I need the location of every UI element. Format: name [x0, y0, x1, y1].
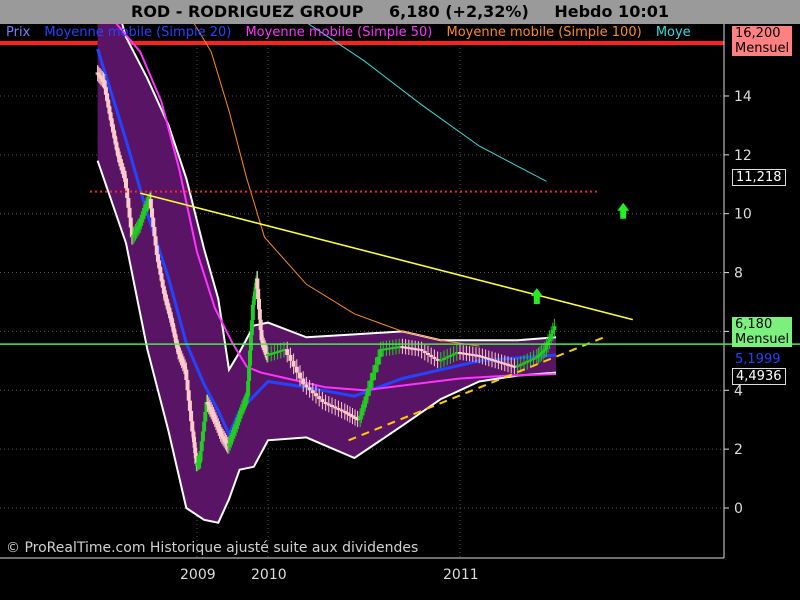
candle-body — [368, 380, 373, 389]
indicator-legend: Prix Moyenne mobile (Simple 20) Moyenne … — [6, 25, 724, 41]
y-tick-label: 8 — [734, 266, 743, 282]
candle-body — [258, 319, 263, 330]
x-tick-label: 2009 — [180, 567, 216, 583]
period-time: Hebdo 10:01 — [554, 2, 669, 21]
legend-item-ma20[interactable]: Moyenne mobile (Simple 20) — [44, 25, 231, 40]
y-tick-label: 12 — [734, 148, 752, 164]
candle-body — [373, 364, 378, 373]
candle-body — [298, 372, 302, 379]
resistance-tag: 11,218 — [732, 169, 786, 186]
y-tick-label: 4 — [734, 383, 743, 399]
candle-body — [419, 349, 424, 352]
candle-body — [291, 360, 296, 367]
candle-body — [310, 390, 315, 394]
top-price-tag: 16,200 Mensuel — [732, 26, 793, 56]
ma-value-tag-a: 5,1999 — [732, 352, 784, 367]
candle-body — [301, 378, 306, 385]
candle-body — [370, 372, 375, 381]
top-price-value: 16,200 — [735, 26, 781, 41]
candle-body — [255, 278, 260, 289]
candle-body — [197, 460, 202, 463]
last-price-value: 6,180 — [735, 317, 773, 332]
x-tick-label: 2011 — [443, 567, 479, 583]
last-price-tag: 6,180 Mensuel — [732, 317, 793, 347]
candle-body — [257, 309, 262, 320]
last-price-sub: Mensuel — [735, 332, 790, 347]
candle-body — [317, 396, 322, 400]
stock-chart: 02468101214200920102011 — [0, 0, 800, 600]
chart-title-bar: ROD - RODRIGUEZ GROUP 6,180 (+2,32%) Heb… — [0, 0, 800, 24]
candle-body — [307, 387, 312, 391]
candle-body — [288, 354, 293, 361]
candle-body — [257, 299, 262, 310]
y-tick-label: 2 — [734, 442, 743, 458]
candle-body — [320, 399, 325, 403]
ma-value-tag-b: 4,4936 — [732, 368, 786, 385]
legend-item-ma100[interactable]: Moyenne mobile (Simple 100) — [447, 25, 642, 40]
candle-body — [256, 288, 261, 300]
candle-body — [294, 366, 299, 373]
price-change: 6,180 (+2,32%) — [389, 2, 529, 21]
candle-body — [365, 388, 370, 397]
y-tick-label: 0 — [734, 501, 743, 517]
candle-body — [376, 356, 381, 365]
legend-item-ma50[interactable]: Moyenne mobile (Simple 50) — [245, 25, 432, 40]
candle-body — [432, 356, 437, 359]
candle-body — [422, 351, 427, 354]
candle-body — [304, 384, 309, 388]
legend-item-ma-long[interactable]: Moye — [656, 25, 691, 40]
candle-body — [552, 326, 557, 330]
symbol-name: ROD - RODRIGUEZ GROUP — [131, 2, 364, 21]
legend-item-price[interactable]: Prix — [6, 25, 30, 40]
y-tick-label: 10 — [734, 207, 752, 223]
candle-body — [285, 349, 290, 355]
candle-body — [245, 396, 250, 399]
top-price-sub: Mensuel — [735, 41, 790, 56]
candle-body — [426, 353, 430, 356]
y-tick-label: 14 — [734, 89, 752, 105]
candle-body — [314, 393, 318, 397]
copyright-footer: © ProRealTime.com Historique ajusté suit… — [6, 540, 419, 556]
x-tick-label: 2010 — [251, 567, 287, 583]
candle-body — [429, 354, 434, 357]
